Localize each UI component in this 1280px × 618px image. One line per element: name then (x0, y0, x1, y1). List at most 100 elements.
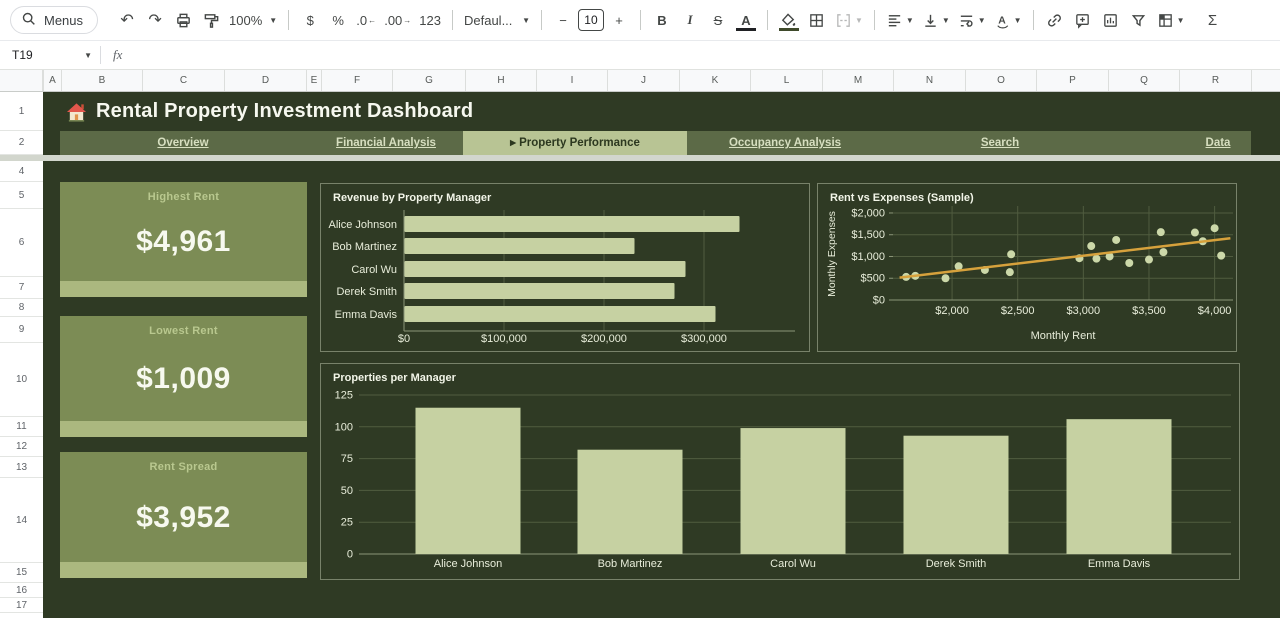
chart-properties-per-manager[interactable]: Properties per Manager0255075100125Alice… (320, 363, 1240, 580)
name-box[interactable]: T19 ▼ (0, 41, 100, 69)
column-header-P[interactable]: P (1036, 70, 1108, 91)
text-rotation-button[interactable]: A ▼ (991, 7, 1025, 33)
row-header-6[interactable]: 6 (0, 209, 43, 277)
row-header-4[interactable]: 4 (0, 161, 43, 182)
select-all-corner[interactable] (0, 70, 43, 91)
row-header-10[interactable]: 10 (0, 343, 43, 417)
chart-icon (1102, 12, 1119, 29)
column-header-partial[interactable] (1251, 70, 1280, 91)
row-header-5[interactable]: 5 (0, 182, 43, 209)
kpi-card-lowest-rent[interactable]: Lowest Rent$1,009 (60, 316, 307, 437)
row-header-7[interactable]: 7 (0, 277, 43, 299)
menus-search[interactable]: Menus (10, 6, 98, 34)
insert-comment-button[interactable] (1070, 7, 1096, 33)
row-header-13[interactable]: 13 (0, 457, 43, 478)
arrow-right-icon: → (403, 16, 411, 25)
borders-button[interactable] (804, 7, 830, 33)
column-header-Q[interactable]: Q (1108, 70, 1179, 91)
column-header-R[interactable]: R (1179, 70, 1251, 91)
kpi-label: Highest Rent (148, 191, 219, 203)
kpi-card-rent-spread[interactable]: Rent Spread$3,952 (60, 452, 307, 578)
increase-font-size-button[interactable]: + (606, 7, 632, 33)
decrease-font-size-button[interactable]: − (550, 7, 576, 33)
tab-financial-analysis[interactable]: Financial Analysis (336, 131, 436, 155)
paint-format-button[interactable] (198, 7, 224, 33)
dashboard-title: Rental Property Investment Dashboard (66, 92, 473, 131)
column-header-N[interactable]: N (893, 70, 965, 91)
row-header-11[interactable]: 11 (0, 417, 43, 437)
row-header-14[interactable]: 14 (0, 478, 43, 563)
column-header-L[interactable]: L (750, 70, 822, 91)
insert-chart-button[interactable] (1098, 7, 1124, 33)
horizontal-align-button[interactable]: ▼ (883, 7, 917, 33)
column-header-D[interactable]: D (224, 70, 306, 91)
decrease-decimal-button[interactable]: .0← (353, 7, 379, 33)
row-header-15[interactable]: 15 (0, 563, 43, 583)
column-header-C[interactable]: C (142, 70, 224, 91)
italic-button[interactable]: I (677, 7, 703, 33)
column-header-I[interactable]: I (536, 70, 607, 91)
print-button[interactable] (170, 7, 196, 33)
bar-segment (405, 306, 716, 322)
column-header-B[interactable]: B (61, 70, 142, 91)
merge-cells-button[interactable]: ▼ (832, 7, 866, 33)
format-currency-button[interactable]: $ (297, 7, 323, 33)
tab-overview[interactable]: Overview (157, 131, 208, 155)
y-tick-label: 25 (341, 517, 353, 529)
column-header-F[interactable]: F (321, 70, 392, 91)
row-header-12[interactable]: 12 (0, 437, 43, 457)
tab-occupancy-analysis[interactable]: Occupancy Analysis (729, 131, 841, 155)
chart-revenue-by-manager[interactable]: Revenue by Property Manager$0$100,000$20… (320, 183, 810, 352)
row-header-2[interactable]: 2 (0, 131, 43, 155)
zoom-select[interactable]: 100% ▼ (226, 7, 280, 33)
table-views-button[interactable]: ▼ (1154, 7, 1188, 33)
tab-search[interactable]: Search (981, 131, 1019, 155)
undo-button[interactable]: ↶ (114, 7, 140, 33)
zoom-value: 100% (229, 13, 262, 28)
category-label: Carol Wu (351, 264, 397, 276)
font-family-select[interactable]: Defaul... ▼ (461, 7, 533, 33)
paint-roller-icon (203, 12, 220, 29)
column-header-O[interactable]: O (965, 70, 1036, 91)
row-header-16[interactable]: 16 (0, 583, 43, 598)
chart-rent-vs-expenses[interactable]: Rent vs Expenses (Sample)Monthly Expense… (817, 183, 1237, 352)
kpi-value: $3,952 (136, 473, 231, 562)
create-filter-button[interactable] (1126, 7, 1152, 33)
tab-property-performance[interactable]: ▸ Property Performance (463, 131, 687, 155)
row-header-17[interactable]: 17 (0, 598, 43, 613)
column-header-K[interactable]: K (679, 70, 750, 91)
x-tick-label: $2,000 (935, 305, 969, 317)
category-label: Alice Johnson (434, 558, 503, 570)
scatter-point (1157, 228, 1165, 236)
category-label: Carol Wu (770, 558, 816, 570)
row-header-1[interactable]: 1 (0, 92, 43, 131)
x-tick-label: $3,500 (1132, 305, 1166, 317)
format-percent-button[interactable]: % (325, 7, 351, 33)
column-header-J[interactable]: J (607, 70, 679, 91)
functions-button[interactable]: Σ (1200, 7, 1226, 33)
redo-button[interactable]: ↷ (142, 7, 168, 33)
text-color-button[interactable]: A (733, 7, 759, 33)
more-formats-button[interactable]: 123 (416, 7, 444, 33)
sheet-grid: 124567891011121314151617 Rental Property… (0, 92, 1280, 618)
column-header-M[interactable]: M (822, 70, 893, 91)
column-header-E[interactable]: E (306, 70, 321, 91)
column-header-G[interactable]: G (392, 70, 465, 91)
row-header-8[interactable]: 8 (0, 299, 43, 317)
strikethrough-button[interactable]: S (705, 7, 731, 33)
font-size-input[interactable]: 10 (578, 9, 604, 31)
row-header-9[interactable]: 9 (0, 317, 43, 343)
tab-data[interactable]: Data (1206, 131, 1231, 155)
vertical-align-button[interactable]: ▼ (919, 7, 953, 33)
svg-text:A: A (998, 15, 1006, 26)
column-header-H[interactable]: H (465, 70, 536, 91)
fill-color-button[interactable] (776, 7, 802, 33)
kpi-card-highest-rent[interactable]: Highest Rent$4,961 (60, 182, 307, 297)
scatter-point (1007, 250, 1015, 258)
bold-button[interactable]: B (649, 7, 675, 33)
column-header-A[interactable]: A (43, 70, 61, 91)
text-wrap-button[interactable]: ▼ (955, 7, 989, 33)
y-tick-label: $0 (873, 295, 885, 307)
insert-link-button[interactable] (1042, 7, 1068, 33)
increase-decimal-button[interactable]: .00→ (381, 7, 414, 33)
